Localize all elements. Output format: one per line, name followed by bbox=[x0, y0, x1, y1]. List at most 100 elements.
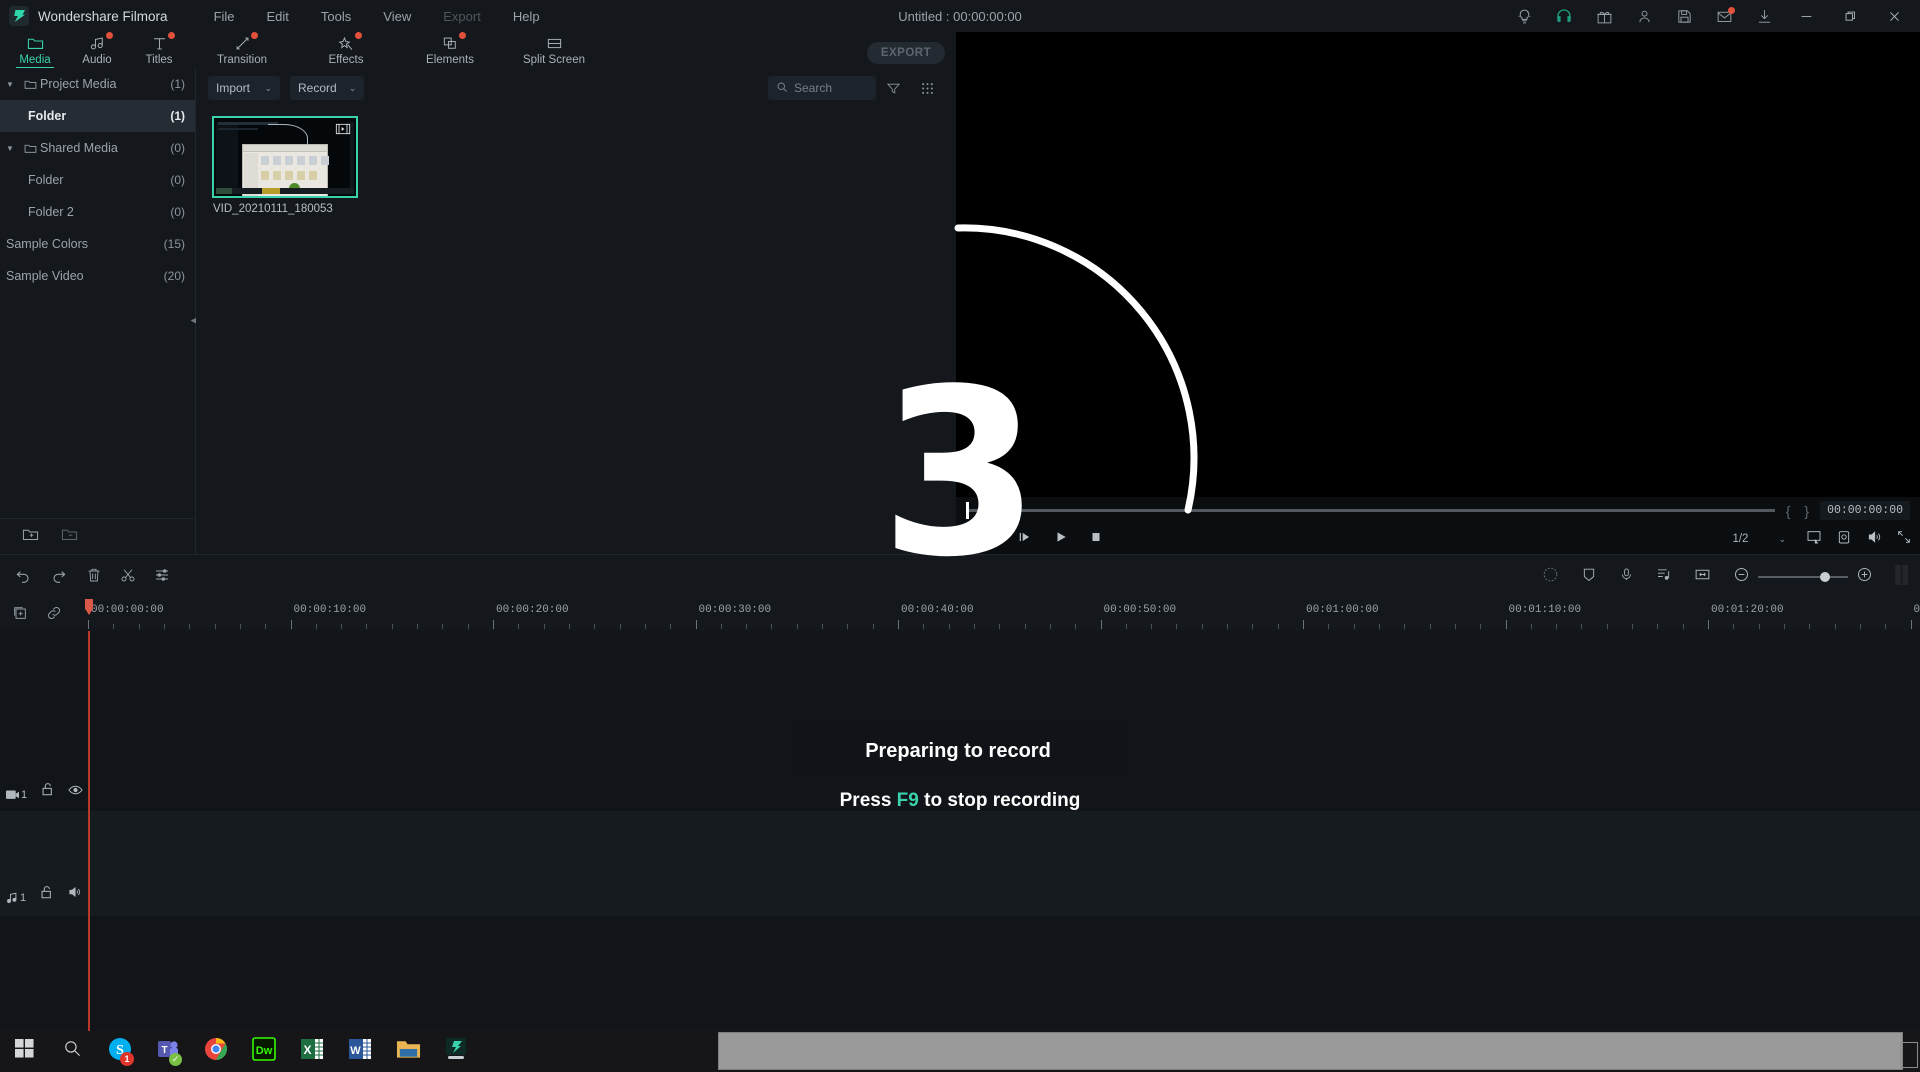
hint-prefix: Press bbox=[839, 790, 897, 811]
menu-item-export: Export bbox=[443, 8, 481, 24]
excel-taskbar-button[interactable]: X bbox=[288, 1030, 336, 1072]
screen-cast-icon[interactable] bbox=[1806, 529, 1822, 550]
stop-button[interactable] bbox=[1090, 530, 1102, 548]
zoom-in-icon[interactable] bbox=[1856, 566, 1873, 588]
scrubber-handle[interactable] bbox=[966, 502, 969, 519]
marker-shield-icon[interactable] bbox=[1581, 566, 1597, 588]
chevron-down-icon[interactable]: ▼ bbox=[0, 144, 20, 153]
skype-taskbar-button[interactable]: S 1 bbox=[96, 1030, 144, 1072]
menu-bar: File Edit Tools View Export Help bbox=[198, 5, 556, 28]
recording-status-overlay: Preparing to record bbox=[793, 726, 1123, 776]
teams-taskbar-button[interactable]: T ✓ bbox=[144, 1030, 192, 1072]
video-track-1[interactable]: 1 bbox=[0, 631, 1920, 811]
sidebar-item-shared-folder[interactable]: Folder (0) bbox=[0, 164, 195, 196]
remove-folder-icon[interactable] bbox=[61, 527, 78, 547]
maximize-button[interactable] bbox=[1828, 0, 1872, 32]
sidebar-item-shared-folder-2[interactable]: Folder 2 (0) bbox=[0, 196, 195, 228]
timeline-playhead[interactable] bbox=[88, 631, 90, 1031]
ruler-minor-tick bbox=[1530, 624, 1532, 629]
chrome-taskbar-button[interactable] bbox=[192, 1030, 240, 1072]
word-taskbar-button[interactable]: W bbox=[336, 1030, 384, 1072]
tab-split-screen[interactable]: Split Screen bbox=[502, 32, 606, 68]
explorer-taskbar-button[interactable] bbox=[384, 1030, 432, 1072]
download-icon[interactable] bbox=[1744, 0, 1784, 32]
zoom-slider-knob[interactable] bbox=[1820, 572, 1830, 582]
voiceover-mic-icon[interactable] bbox=[1619, 566, 1634, 588]
ruler-minor-tick bbox=[847, 624, 849, 629]
menu-item-view[interactable]: View bbox=[367, 5, 427, 28]
sidebar-item-shared-media[interactable]: ▼ Shared Media (0) bbox=[0, 132, 195, 164]
link-chain-icon[interactable] bbox=[46, 605, 62, 626]
lightbulb-idea-icon[interactable] bbox=[1504, 0, 1544, 32]
media-thumbnail[interactable] bbox=[212, 116, 358, 198]
tab-audio[interactable]: Audio bbox=[66, 32, 128, 68]
undo-icon[interactable] bbox=[14, 567, 32, 588]
preview-quality-dropdown[interactable]: 1/2 ⌄ bbox=[1726, 531, 1792, 547]
tab-elements[interactable]: Elements bbox=[398, 32, 502, 68]
menu-item-edit[interactable]: Edit bbox=[251, 5, 305, 28]
filmora-taskbar-button[interactable] bbox=[432, 1030, 480, 1072]
split-scissors-icon[interactable] bbox=[120, 567, 136, 588]
fullscreen-icon[interactable] bbox=[1896, 529, 1912, 550]
tab-titles[interactable]: Titles bbox=[128, 32, 190, 68]
timeline-panel-icon[interactable] bbox=[1895, 564, 1910, 590]
unlock-icon[interactable] bbox=[40, 885, 53, 904]
record-dropdown[interactable]: Record ⌄ bbox=[290, 76, 365, 100]
add-track-icon[interactable] bbox=[12, 605, 28, 626]
tab-transition[interactable]: Transition bbox=[190, 32, 294, 68]
delete-trash-icon[interactable] bbox=[86, 567, 102, 588]
preview-scrubber[interactable] bbox=[966, 502, 1775, 519]
ruler-minor-tick bbox=[746, 624, 748, 629]
grid-view-icon[interactable] bbox=[910, 74, 944, 102]
sidebar-item-folder[interactable]: Folder (1) bbox=[0, 100, 195, 132]
filter-funnel-icon[interactable] bbox=[876, 74, 910, 102]
start-windows-button[interactable] bbox=[0, 1030, 48, 1072]
mark-out-button[interactable]: } bbox=[1801, 503, 1812, 519]
volume-icon[interactable] bbox=[1866, 529, 1882, 550]
search-taskbar-button[interactable] bbox=[48, 1030, 96, 1072]
zoom-slider-track[interactable] bbox=[1758, 572, 1848, 582]
search-input[interactable]: Search bbox=[768, 76, 876, 100]
zoom-out-icon[interactable] bbox=[1733, 566, 1750, 588]
tab-effects[interactable]: Effects bbox=[294, 32, 398, 68]
audio-track-1[interactable]: 1 bbox=[0, 811, 1920, 916]
mail-envelope-icon[interactable] bbox=[1704, 0, 1744, 32]
menu-item-help[interactable]: Help bbox=[497, 5, 556, 28]
media-item[interactable]: VID_20210111_180053 bbox=[212, 116, 358, 215]
speaker-icon[interactable] bbox=[67, 885, 82, 904]
import-label: Import bbox=[216, 81, 251, 95]
ruler-minor-tick bbox=[189, 624, 191, 629]
audio-detach-icon[interactable] bbox=[1656, 566, 1672, 588]
new-folder-icon[interactable] bbox=[22, 527, 39, 547]
save-disk-icon[interactable] bbox=[1664, 0, 1704, 32]
fit-timeline-icon[interactable] bbox=[1694, 567, 1711, 587]
menu-item-tools[interactable]: Tools bbox=[305, 5, 367, 28]
timeline-zoom-slider[interactable] bbox=[1733, 566, 1873, 588]
mark-in-button[interactable]: { bbox=[1783, 503, 1794, 519]
sidebar-item-sample-video[interactable]: Sample Video (20) bbox=[0, 260, 195, 292]
gift-icon[interactable] bbox=[1584, 0, 1624, 32]
snapshot-camera-icon[interactable] bbox=[1836, 529, 1852, 550]
taskbar-window-preview[interactable] bbox=[718, 1032, 1903, 1070]
headset-support-icon[interactable] bbox=[1544, 0, 1584, 32]
redo-icon[interactable] bbox=[50, 567, 68, 588]
import-dropdown[interactable]: Import ⌄ bbox=[208, 76, 280, 100]
close-button[interactable] bbox=[1872, 0, 1916, 32]
adjust-sliders-icon[interactable] bbox=[154, 567, 170, 588]
show-desktop-button[interactable] bbox=[1900, 1042, 1918, 1068]
play-button[interactable] bbox=[1054, 530, 1068, 549]
export-button[interactable]: EXPORT bbox=[867, 42, 945, 64]
render-preview-icon[interactable] bbox=[1542, 566, 1559, 588]
sidebar-item-project-media[interactable]: ▼ Project Media (1) bbox=[0, 68, 195, 100]
dreamweaver-taskbar-button[interactable]: Dw bbox=[240, 1030, 288, 1072]
ruler-minor-tick bbox=[720, 624, 722, 629]
tab-media[interactable]: Media bbox=[4, 32, 66, 69]
menu-item-file[interactable]: File bbox=[198, 5, 251, 28]
user-account-icon[interactable] bbox=[1624, 0, 1664, 32]
step-frame-button[interactable] bbox=[1018, 530, 1032, 549]
preview-canvas[interactable] bbox=[956, 32, 1920, 497]
sidebar-item-sample-colors[interactable]: Sample Colors (15) bbox=[0, 228, 195, 260]
minimize-button[interactable] bbox=[1784, 0, 1828, 32]
chevron-down-icon[interactable]: ▼ bbox=[0, 80, 20, 89]
timeline-ruler[interactable]: 00:00:00:00 00:00:10:00 00:00:20:00 00:00:3… bbox=[88, 599, 1920, 631]
